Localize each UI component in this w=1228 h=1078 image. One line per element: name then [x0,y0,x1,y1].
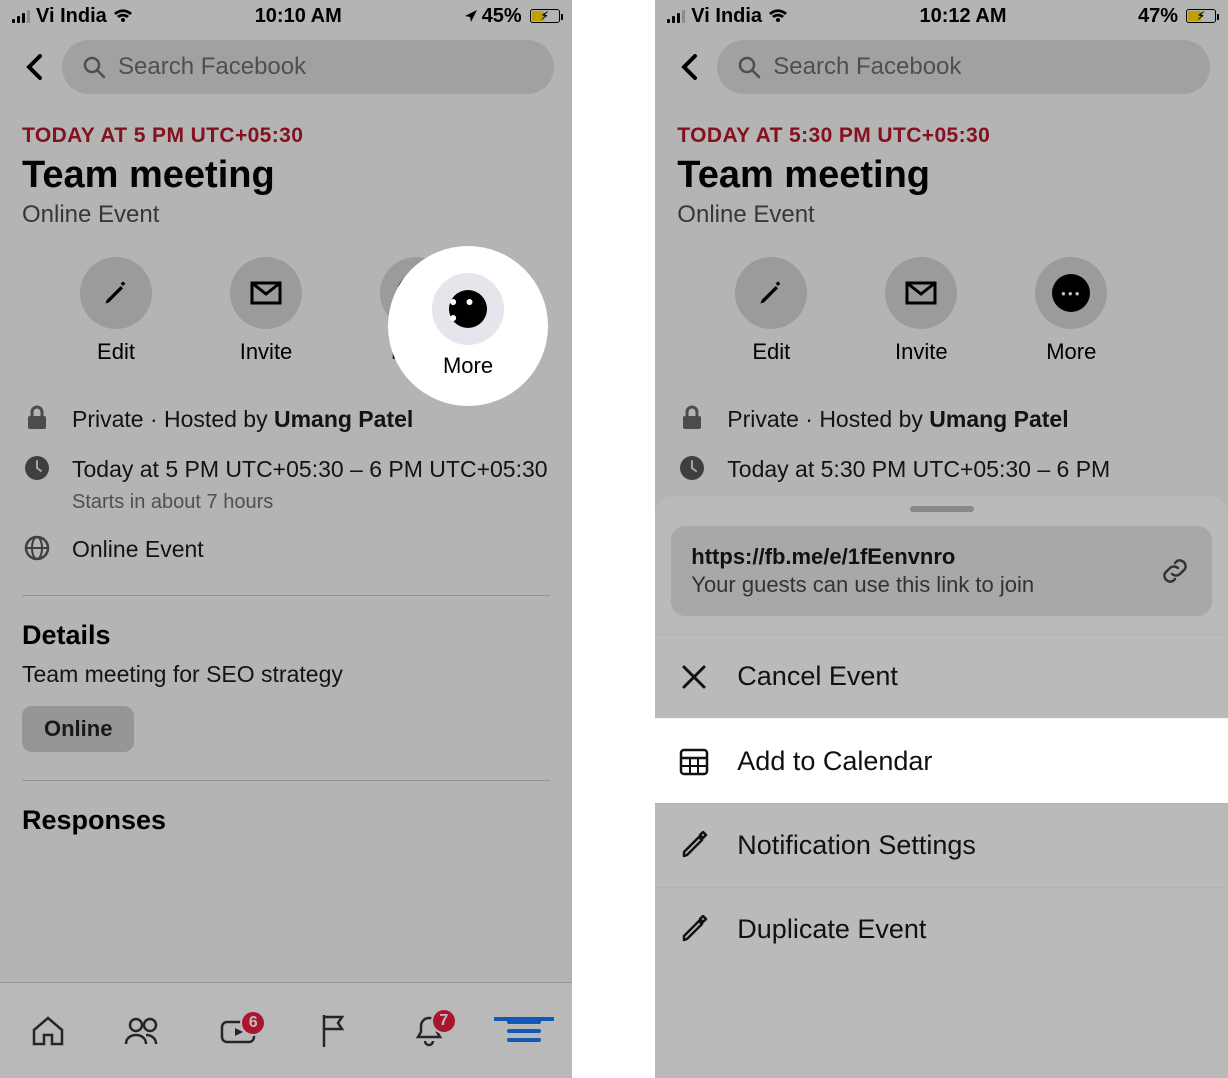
link-icon [1158,554,1192,588]
cancel-event-item[interactable]: Cancel Event [655,634,1228,718]
event-link-url: https://fb.me/e/1fEenvnro [691,544,1158,570]
pencil-icon [677,915,711,945]
calendar-icon [677,745,711,777]
more-sheet: https://fb.me/e/1fEenvnro Your guests ca… [655,496,1228,1078]
close-icon [677,663,711,691]
more-label-highlight: More [443,353,493,379]
cancel-event-label: Cancel Event [737,661,898,692]
add-calendar-label: Add to Calendar [737,746,932,777]
duplicate-event-label: Duplicate Event [737,914,926,945]
pencil-icon [677,831,711,861]
notification-settings-item[interactable]: Notification Settings [655,803,1228,887]
screen-dim-overlay [0,0,572,1078]
add-to-calendar-item[interactable]: Add to Calendar [655,718,1228,803]
event-link-note: Your guests can use this link to join [691,572,1158,598]
sheet-grabber[interactable] [910,506,974,512]
more-highlight[interactable]: ● ● ● More [388,246,548,406]
more-icon: ● ● ● [432,273,504,345]
duplicate-event-item[interactable]: Duplicate Event [655,887,1228,971]
notification-settings-label: Notification Settings [737,830,976,861]
event-link-card[interactable]: https://fb.me/e/1fEenvnro Your guests ca… [671,526,1212,616]
